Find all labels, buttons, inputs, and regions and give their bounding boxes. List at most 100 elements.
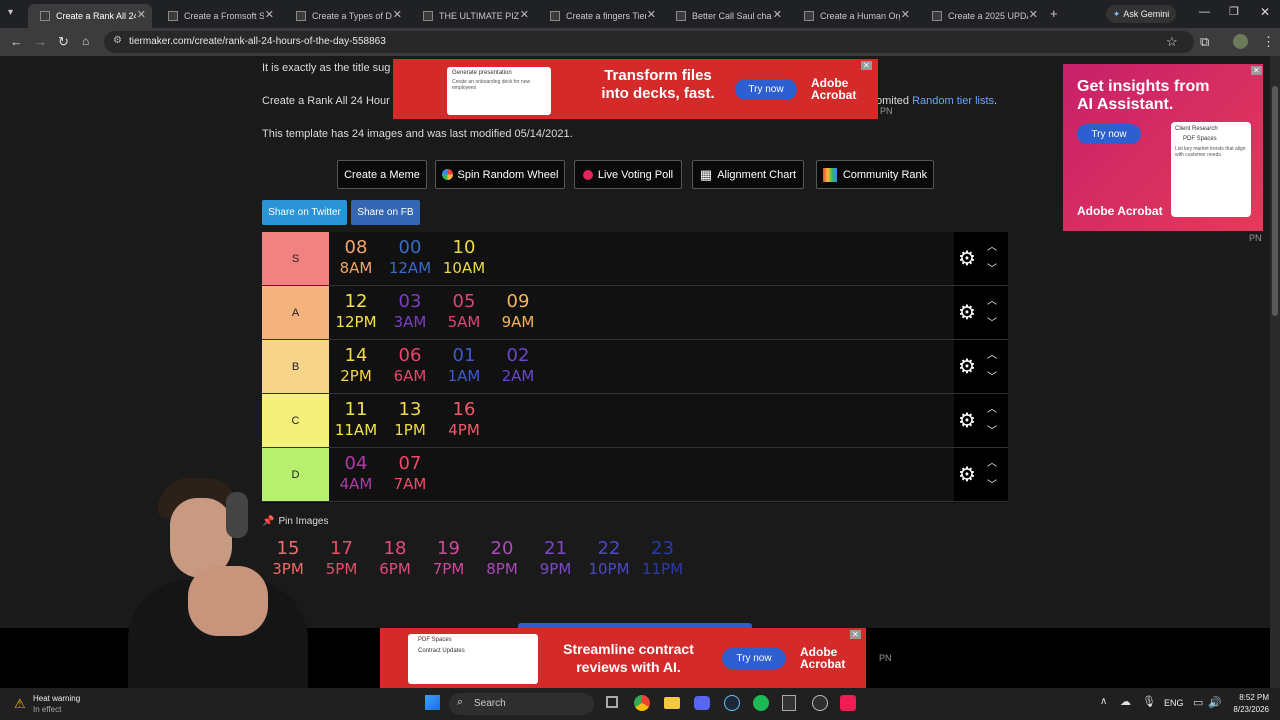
top-ad[interactable]: Generate presentation Create an onboardi… (393, 59, 878, 119)
hour-tile[interactable]: 16 4PM (438, 399, 490, 445)
hour-tile[interactable]: 17 5PM (316, 538, 368, 584)
top-ad-cta[interactable]: Try now (735, 79, 797, 100)
tab-list-chevron-icon[interactable]: ▾ (8, 7, 13, 18)
display-icon[interactable]: ▭ (1193, 696, 1203, 709)
tab-close-icon[interactable]: ✕ (773, 8, 782, 21)
share-fb-button[interactable]: Share on FB (351, 200, 420, 225)
ad-close-icon[interactable]: ✕ (861, 61, 872, 70)
move-up-icon[interactable]: ︿ (987, 346, 997, 361)
scrollbar-thumb[interactable] (1272, 86, 1278, 316)
new-tab-button[interactable]: + (1050, 6, 1058, 21)
taskbar-search-box[interactable]: ⌕ Search (449, 693, 594, 715)
epic-games-icon[interactable] (782, 695, 796, 711)
right-ad[interactable]: Get insights from AI Assistant. Try now … (1063, 64, 1263, 231)
url-input[interactable]: ⚙ tiermaker.com/create/rank-all-24-hours… (104, 31, 1194, 53)
hour-tile[interactable]: 09 9AM (492, 291, 544, 337)
language-indicator[interactable]: ENG (1164, 698, 1184, 708)
tab-close-icon[interactable]: ✕ (393, 8, 402, 21)
move-down-icon[interactable]: ﹀ (987, 314, 997, 329)
ask-gemini-button[interactable]: ✦ Ask Gemini (1106, 5, 1176, 23)
move-down-icon[interactable]: ﹀ (987, 422, 997, 437)
move-up-icon[interactable]: ︿ (987, 454, 997, 469)
bottom-ad[interactable]: PDF Spaces Contract Updates Streamline c… (380, 628, 866, 688)
tier-label[interactable]: S (262, 232, 329, 285)
tiktok-icon[interactable] (840, 695, 856, 711)
hour-tile[interactable]: 12 12PM (330, 291, 382, 337)
start-windows-icon[interactable] (425, 695, 440, 710)
move-up-icon[interactable]: ︿ (987, 292, 997, 307)
gear-icon[interactable]: ⚙ (958, 354, 976, 379)
right-ad-cta[interactable]: Try now (1077, 124, 1141, 144)
live-voting-poll-button[interactable]: Live Voting Poll (574, 160, 682, 189)
move-up-icon[interactable]: ︿ (987, 238, 997, 253)
hour-tile[interactable]: 06 6AM (384, 345, 436, 391)
tab-close-icon[interactable]: ✕ (265, 8, 274, 21)
minimize-icon[interactable]: — (1199, 6, 1210, 18)
ad-close-icon[interactable]: ✕ (850, 630, 861, 639)
bottom-ad-cta[interactable]: Try now (722, 648, 786, 669)
browser-tab[interactable]: Better Call Saul charac✕ (664, 4, 788, 28)
share-twitter-button[interactable]: Share on Twitter (262, 200, 347, 225)
back-icon[interactable]: ← (10, 34, 23, 49)
extensions-icon[interactable]: ⧉ (1200, 34, 1209, 50)
browser-tab[interactable]: Create a Fromsoft Sou✕ (156, 4, 280, 28)
tab-close-icon[interactable]: ✕ (137, 8, 146, 21)
hour-tile[interactable]: 22 10PM (583, 538, 635, 584)
tier-label[interactable]: B (262, 340, 329, 393)
discord-icon[interactable] (694, 696, 710, 710)
spin-random-wheel-button[interactable]: Spin Random Wheel (435, 160, 565, 189)
gear-icon[interactable]: ⚙ (958, 300, 976, 325)
hour-tile[interactable]: 00 12AM (384, 237, 436, 283)
move-down-icon[interactable]: ﹀ (987, 260, 997, 275)
browser-tab[interactable]: THE ULTIMATE PIZZA✕ (411, 4, 535, 28)
hour-tile[interactable]: 07 7AM (384, 453, 436, 499)
menu-kebab-icon[interactable]: ⋮ (1262, 34, 1275, 50)
tier-label[interactable]: C (262, 394, 329, 447)
obs-icon[interactable] (812, 695, 828, 711)
volume-icon[interactable]: 🔊 (1208, 696, 1222, 709)
move-up-icon[interactable]: ︿ (987, 400, 997, 415)
hour-tile[interactable]: 08 8AM (330, 237, 382, 283)
chrome-icon[interactable] (634, 695, 650, 711)
close-window-icon[interactable]: ✕ (1260, 5, 1270, 19)
weather-widget[interactable]: Heat warning In effect (33, 693, 80, 715)
hour-tile[interactable]: 01 1AM (438, 345, 490, 391)
browser-tab[interactable]: Create a Types of Drin✕ (284, 4, 408, 28)
restore-icon[interactable]: ❐ (1229, 5, 1239, 18)
hour-tile[interactable]: 10 10AM (438, 237, 490, 283)
hour-tile[interactable]: 02 2AM (492, 345, 544, 391)
profile-avatar[interactable] (1233, 34, 1248, 49)
tab-close-icon[interactable]: ✕ (647, 8, 656, 21)
gear-icon[interactable]: ⚙ (958, 462, 976, 487)
hour-tile[interactable]: 04 4AM (330, 453, 382, 499)
hour-tile[interactable]: 21 9PM (530, 538, 582, 584)
forward-icon[interactable]: → (34, 34, 47, 49)
hour-tile[interactable]: 05 5AM (438, 291, 490, 337)
browser-tab[interactable]: Create a Human Orga ✕ (792, 4, 916, 28)
reload-icon[interactable]: ↻ (58, 34, 69, 50)
tab-close-icon[interactable]: ✕ (520, 8, 529, 21)
mic-icon[interactable]: 🎙 (1142, 695, 1156, 708)
ad-close-icon[interactable]: ✕ (1251, 66, 1262, 75)
browser-tab[interactable]: Create a fingers Tier Li✕ (538, 4, 662, 28)
spotify-icon[interactable] (753, 695, 769, 711)
random-tier-lists-link[interactable]: Random tier lists (912, 95, 994, 107)
hour-tile[interactable]: 20 8PM (476, 538, 528, 584)
steam-icon[interactable] (724, 695, 740, 711)
gear-icon[interactable]: ⚙ (958, 246, 976, 271)
gear-icon[interactable]: ⚙ (958, 408, 976, 433)
hour-tile[interactable]: 13 1PM (384, 399, 436, 445)
alignment-chart-button[interactable]: ▦ Alignment Chart (692, 160, 804, 189)
site-info-icon[interactable]: ⚙ (113, 35, 122, 46)
tab-close-icon[interactable]: ✕ (901, 8, 910, 21)
hour-tile[interactable]: 23 11PM (637, 538, 689, 584)
move-down-icon[interactable]: ﹀ (987, 368, 997, 383)
page-scrollbar[interactable] (1270, 56, 1280, 688)
hour-tile[interactable]: 18 6PM (369, 538, 421, 584)
home-icon[interactable]: ⌂ (82, 34, 89, 48)
move-down-icon[interactable]: ﹀ (987, 476, 997, 491)
tier-label[interactable]: A (262, 286, 329, 339)
hour-tile[interactable]: 11 11AM (330, 399, 382, 445)
hour-tile[interactable]: 19 7PM (423, 538, 475, 584)
create-meme-button[interactable]: Create a Meme (337, 160, 427, 189)
